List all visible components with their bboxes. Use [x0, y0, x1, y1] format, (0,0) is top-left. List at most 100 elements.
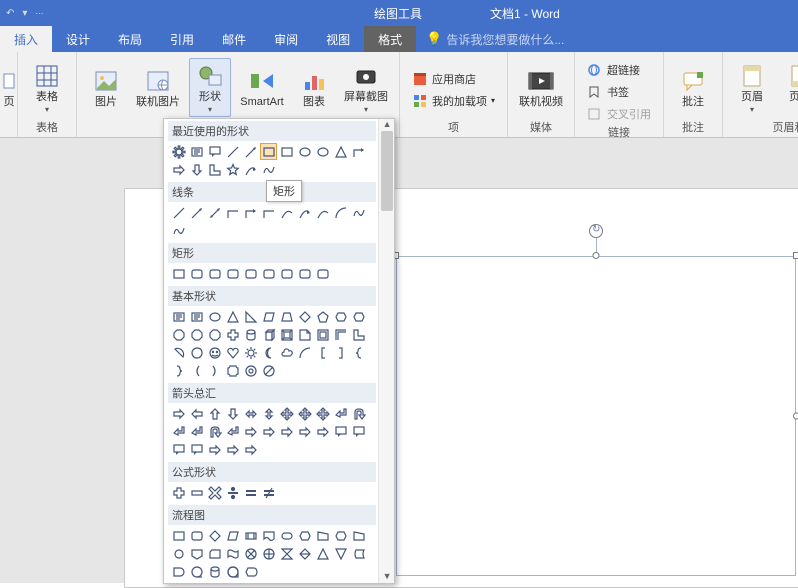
shape-noentry[interactable] [260, 362, 277, 379]
cover-page-button[interactable]: 页 [2, 64, 16, 111]
shape-tear[interactable] [188, 344, 205, 361]
shape-callout[interactable] [188, 441, 205, 458]
shape-rrect[interactable] [224, 265, 241, 282]
shape-rect[interactable] [170, 527, 187, 544]
shape-arrowR[interactable] [170, 161, 187, 178]
shape-fold[interactable] [296, 326, 313, 343]
shape-lbr[interactable] [350, 344, 367, 361]
shape-heart[interactable] [224, 344, 241, 361]
shape-delay[interactable] [170, 563, 187, 580]
shape-arrowR[interactable] [314, 423, 331, 440]
footer-button[interactable]: 页脚 ▾ [779, 59, 798, 116]
scroll-down-icon[interactable]: ▼ [379, 571, 395, 583]
my-addins-button[interactable]: 我的加载项 ▾ [408, 91, 499, 111]
tab-view[interactable]: 视图 [312, 26, 364, 52]
tab-insert[interactable]: 插入 [0, 26, 52, 52]
shape-line[interactable] [224, 143, 241, 160]
shape-elbow[interactable] [260, 204, 277, 221]
shape-arrow4[interactable] [278, 405, 295, 422]
shape-sun[interactable] [242, 344, 259, 361]
shape-free[interactable] [350, 204, 367, 221]
shape-lbracket[interactable] [314, 344, 331, 361]
shape-tri[interactable] [332, 143, 349, 160]
shape-bent[interactable] [224, 423, 241, 440]
tab-mailings[interactable]: 邮件 [208, 26, 260, 52]
shape-lpar[interactable] [188, 362, 205, 379]
shape-arrow4[interactable] [314, 405, 331, 422]
shape-manual[interactable] [350, 527, 367, 544]
online-picture-button[interactable]: 联机图片 [133, 64, 183, 111]
shape-arrowLR[interactable] [242, 405, 259, 422]
qat-customize-icon[interactable]: ⋯ [35, 9, 43, 18]
shape-dblarrow[interactable] [206, 204, 223, 221]
shape-textbox[interactable] [188, 143, 205, 160]
shape-can[interactable] [206, 563, 223, 580]
shape-rrect[interactable] [260, 265, 277, 282]
shape-rbracket[interactable] [332, 344, 349, 361]
shape-rpar[interactable] [206, 362, 223, 379]
shape-arrowD[interactable] [188, 161, 205, 178]
resize-handle-e[interactable] [793, 413, 798, 420]
shape-offpage[interactable] [188, 545, 205, 562]
shape-arrowline[interactable] [242, 143, 259, 160]
shape-card[interactable] [206, 545, 223, 562]
shape-star5[interactable] [224, 161, 241, 178]
shape-diamond[interactable] [296, 308, 313, 325]
shape-minus[interactable] [188, 484, 205, 501]
bookmark-button[interactable]: 书签 [583, 82, 655, 102]
shape-elbow[interactable] [224, 204, 241, 221]
shape-rrect[interactable] [206, 265, 223, 282]
shape-decision[interactable] [206, 527, 223, 544]
shape-conn[interactable] [170, 545, 187, 562]
shape-arrowR[interactable] [242, 441, 259, 458]
shape-rrect[interactable] [188, 527, 205, 544]
shape-rrect[interactable] [278, 265, 295, 282]
shape-rrect[interactable] [314, 265, 331, 282]
shape-bevel[interactable] [278, 326, 295, 343]
shape-arc[interactable] [296, 344, 313, 361]
header-button[interactable]: 页眉 ▾ [731, 59, 773, 116]
shape-rbr[interactable] [170, 362, 187, 379]
shape-arrowline[interactable] [188, 204, 205, 221]
shape-arrowL[interactable] [188, 405, 205, 422]
shape-stored[interactable] [350, 545, 367, 562]
undo-icon[interactable]: ↶ [6, 8, 14, 19]
shape-tri[interactable] [224, 308, 241, 325]
shape-curve[interactable] [278, 204, 295, 221]
shape-textbox[interactable] [170, 308, 187, 325]
shape-can[interactable] [242, 326, 259, 343]
shape-sum[interactable] [242, 545, 259, 562]
shape-data[interactable] [224, 527, 241, 544]
shape-rrect[interactable] [296, 265, 313, 282]
rotation-handle[interactable] [589, 224, 603, 238]
shape-para[interactable] [260, 308, 277, 325]
online-video-button[interactable]: 联机视频 [516, 64, 566, 111]
shape-plus[interactable] [224, 326, 241, 343]
chart-button[interactable]: 图表 [293, 64, 335, 111]
tab-design[interactable]: 设计 [52, 26, 104, 52]
shape-halfframe[interactable] [332, 326, 349, 343]
shape-bent[interactable] [188, 423, 205, 440]
tab-references[interactable]: 引用 [156, 26, 208, 52]
shape-prep[interactable] [296, 527, 313, 544]
shape-rrect[interactable] [188, 265, 205, 282]
shape-or[interactable] [260, 545, 277, 562]
shape-gear[interactable] [170, 143, 187, 160]
shape-smile[interactable] [206, 344, 223, 361]
shape-arrowR[interactable] [296, 423, 313, 440]
shape-arrowR[interactable] [224, 441, 241, 458]
tell-me-search[interactable]: 💡 告诉我您想要做什么... [426, 26, 564, 52]
shape-chord[interactable] [170, 344, 187, 361]
shape-curvea[interactable] [242, 161, 259, 178]
shape-arrowU[interactable] [206, 405, 223, 422]
shape-oct[interactable] [206, 326, 223, 343]
shape-mag[interactable] [224, 563, 241, 580]
qat-dropdown-icon[interactable]: ▾ [22, 8, 27, 19]
picture-button[interactable]: 图片 [85, 64, 127, 111]
shape-manual[interactable] [314, 527, 331, 544]
shape-div[interactable] [224, 484, 241, 501]
shape-pred[interactable] [242, 527, 259, 544]
shape-arrowUD[interactable] [260, 405, 277, 422]
shape-cloud[interactable] [278, 344, 295, 361]
shape-curvea[interactable] [296, 204, 313, 221]
